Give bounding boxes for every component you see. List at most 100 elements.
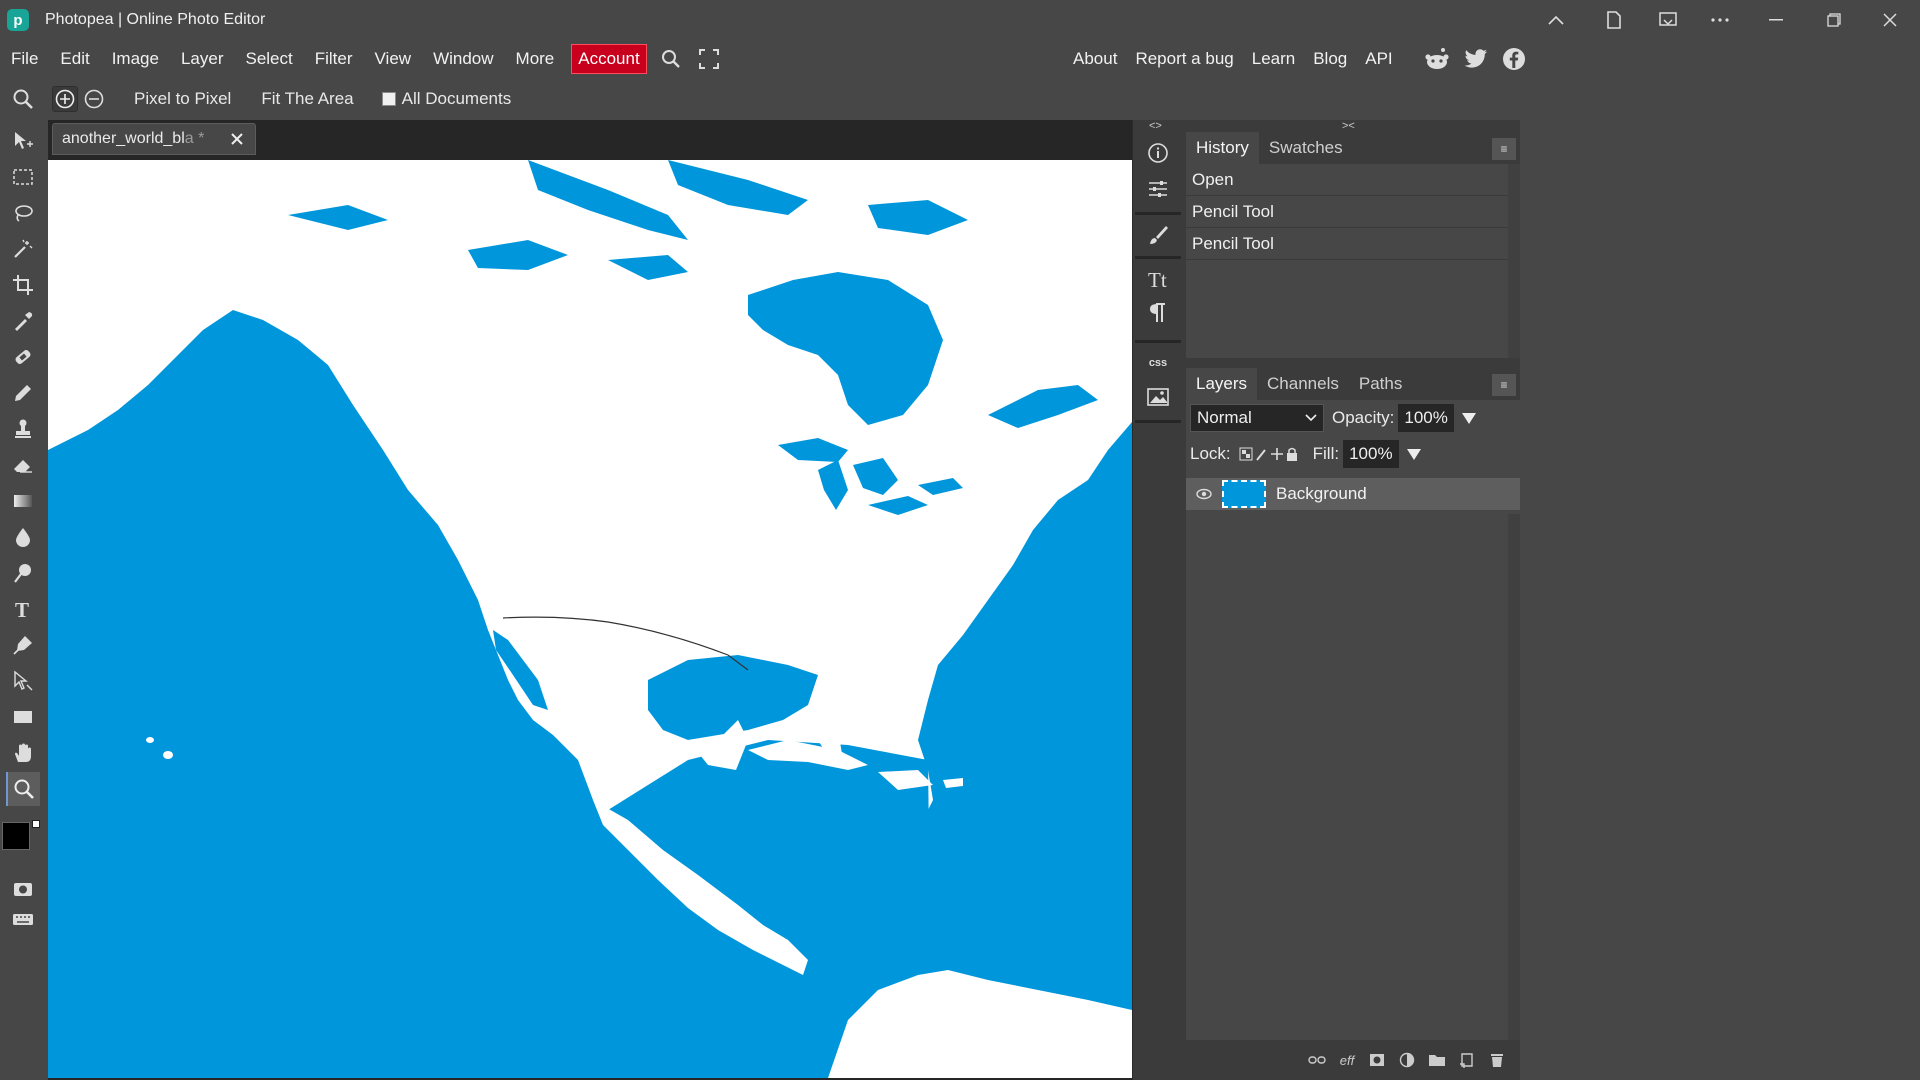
tab-history[interactable]: History — [1186, 132, 1259, 164]
link-learn[interactable]: Learn — [1252, 49, 1295, 69]
canvas-map[interactable] — [48, 160, 1132, 1078]
blend-mode-select[interactable]: Normal — [1190, 404, 1324, 432]
quick-mask-icon[interactable] — [6, 872, 40, 906]
expand-arrows-icon[interactable]: <> — [1149, 120, 1162, 132]
link-about[interactable]: About — [1073, 49, 1117, 69]
tab-swatches[interactable]: Swatches — [1259, 132, 1353, 164]
account-button[interactable]: Account — [571, 44, 647, 74]
move-tool-icon[interactable] — [6, 124, 40, 158]
foreground-color-swatch[interactable] — [2, 822, 30, 850]
options-bar: Pixel to Pixel Fit The Area All Document… — [0, 82, 1920, 116]
info-icon[interactable] — [1143, 138, 1173, 168]
tab-channels[interactable]: Channels — [1257, 368, 1349, 400]
css-icon[interactable]: css — [1143, 348, 1173, 378]
healing-brush-tool-icon[interactable] — [6, 340, 40, 374]
menu-edit[interactable]: Edit — [49, 44, 100, 74]
opacity-dropdown-icon[interactable] — [1461, 412, 1476, 424]
link-report-bug[interactable]: Report a bug — [1135, 49, 1233, 69]
type-tool-icon[interactable]: T — [6, 592, 40, 626]
history-item[interactable]: Pencil Tool — [1186, 228, 1520, 260]
adjustments-icon[interactable] — [1143, 174, 1173, 204]
layer-row[interactable]: Background — [1186, 478, 1520, 510]
fill-dropdown-icon[interactable] — [1406, 448, 1421, 460]
chevron-up-icon[interactable] — [1532, 0, 1580, 40]
all-documents-label: All Documents — [401, 89, 512, 108]
menu-layer[interactable]: Layer — [170, 44, 235, 74]
brush-icon[interactable] — [1143, 220, 1173, 250]
eyedropper-tool-icon[interactable] — [6, 304, 40, 338]
zoom-in-icon[interactable] — [52, 86, 78, 112]
new-layer-icon[interactable] — [1458, 1051, 1476, 1069]
document-tab[interactable]: another_world_bl a * — [52, 123, 256, 155]
minimize-icon[interactable] — [1752, 0, 1800, 40]
layers-panel-menu-icon[interactable]: ≡ — [1492, 374, 1516, 396]
menu-filter[interactable]: Filter — [304, 44, 364, 74]
link-blog[interactable]: Blog — [1313, 49, 1347, 69]
magic-wand-tool-icon[interactable] — [6, 232, 40, 266]
clone-stamp-tool-icon[interactable] — [6, 412, 40, 446]
document-icon[interactable] — [1590, 0, 1638, 40]
twitter-icon[interactable] — [1464, 49, 1488, 69]
more-options-icon[interactable] — [1696, 0, 1744, 40]
keyboard-icon[interactable] — [6, 902, 40, 936]
pen-tool-icon[interactable] — [6, 628, 40, 662]
menu-image[interactable]: Image — [101, 44, 170, 74]
separator — [1135, 340, 1181, 343]
path-selection-tool-icon[interactable] — [6, 664, 40, 698]
history-panel-menu-icon[interactable]: ≡ — [1492, 138, 1516, 160]
close-window-icon[interactable] — [1866, 0, 1914, 40]
opacity-input[interactable]: 100% — [1398, 404, 1454, 432]
fullscreen-icon[interactable] — [698, 49, 719, 69]
reddit-icon[interactable] — [1424, 47, 1450, 71]
cast-icon[interactable] — [1644, 0, 1692, 40]
history-item[interactable]: Pencil Tool — [1186, 196, 1520, 228]
delete-layer-icon[interactable] — [1488, 1051, 1506, 1069]
pencil-tool-icon[interactable] — [6, 376, 40, 410]
layers-scrollbar[interactable] — [1508, 514, 1520, 1040]
adjustment-layer-icon[interactable] — [1398, 1051, 1416, 1069]
image-icon[interactable] — [1143, 382, 1173, 412]
layers-footer: eff — [1186, 1040, 1520, 1080]
fill-input[interactable]: 100% — [1343, 440, 1399, 468]
search-icon[interactable] — [661, 49, 681, 69]
blur-tool-icon[interactable] — [6, 520, 40, 554]
link-api[interactable]: API — [1365, 49, 1392, 69]
lasso-tool-icon[interactable] — [6, 196, 40, 230]
fit-area-button[interactable]: Fit The Area — [261, 89, 353, 109]
zoom-out-icon[interactable] — [84, 89, 104, 109]
gradient-tool-icon[interactable] — [6, 484, 40, 518]
menu-more[interactable]: More — [505, 44, 566, 74]
default-colors-icon[interactable] — [32, 820, 40, 828]
history-item[interactable]: Open — [1186, 164, 1520, 196]
link-layers-icon[interactable] — [1308, 1051, 1326, 1069]
character-icon[interactable]: Tt — [1143, 264, 1173, 294]
close-tab-icon[interactable] — [227, 129, 247, 154]
layer-mask-icon[interactable] — [1368, 1051, 1386, 1069]
eraser-tool-icon[interactable] — [6, 448, 40, 482]
layer-effects-icon[interactable]: eff — [1338, 1051, 1356, 1069]
layer-name: Background — [1276, 484, 1367, 503]
menu-file[interactable]: File — [0, 44, 49, 74]
menu-select[interactable]: Select — [234, 44, 303, 74]
restore-icon[interactable] — [1810, 0, 1858, 40]
history-scrollbar[interactable] — [1508, 164, 1520, 358]
tab-layers[interactable]: Layers — [1186, 368, 1258, 400]
facebook-icon[interactable] — [1502, 47, 1526, 71]
menu-window[interactable]: Window — [422, 44, 504, 74]
new-group-icon[interactable] — [1428, 1051, 1446, 1069]
crop-tool-icon[interactable] — [6, 268, 40, 302]
paragraph-icon[interactable] — [1143, 298, 1173, 328]
all-documents-checkbox[interactable] — [381, 92, 396, 106]
pixel-to-pixel-button[interactable]: Pixel to Pixel — [134, 89, 231, 109]
tab-paths[interactable]: Paths — [1349, 368, 1412, 400]
collapse-arrows-icon[interactable]: >< — [1342, 120, 1355, 132]
menu-view[interactable]: View — [364, 44, 423, 74]
hand-tool-icon[interactable] — [6, 736, 40, 770]
eye-icon[interactable] — [1196, 488, 1212, 500]
zoom-tool-button-icon[interactable] — [6, 772, 40, 806]
lock-options-icon[interactable] — [1239, 446, 1299, 462]
panels-column: >< History Swatches ≡ Open Pencil Tool P… — [1182, 120, 1520, 1080]
dodge-tool-icon[interactable] — [6, 556, 40, 590]
rectangle-tool-icon[interactable] — [6, 700, 40, 734]
marquee-tool-icon[interactable] — [6, 160, 40, 194]
